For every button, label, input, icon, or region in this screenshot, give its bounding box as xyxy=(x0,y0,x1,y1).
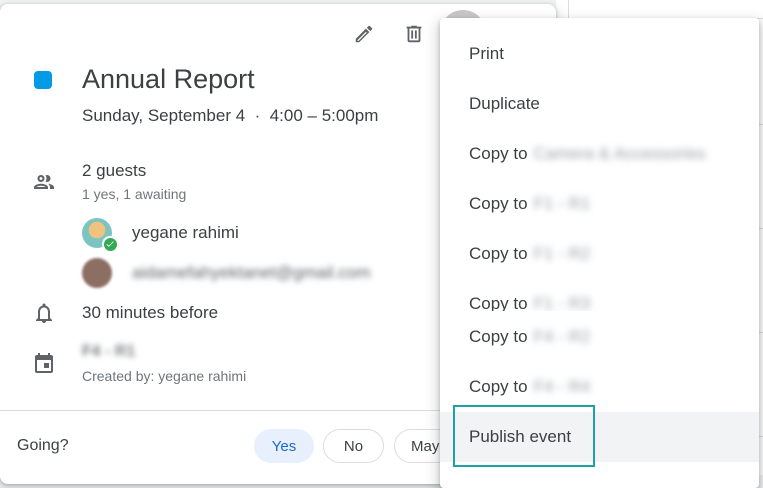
bell-icon xyxy=(30,299,58,327)
reminder-text: 30 minutes before xyxy=(82,303,219,322)
menu-item-label: Duplicate xyxy=(469,94,540,113)
guest-email: aidamefahyektanet@gmail.com xyxy=(132,263,371,282)
event-date-time: Sunday, September 4 · 4:00 – 5:00pm xyxy=(82,106,379,125)
calendar-icon xyxy=(30,349,58,377)
menu-item-label: Copy to xyxy=(469,377,528,396)
avatar xyxy=(82,258,112,288)
copy-target-name: F4 - R4 xyxy=(533,377,591,396)
menu-item-label: Copy to xyxy=(469,144,528,163)
copy-target-name: F1 - R2 xyxy=(533,244,591,263)
pencil-icon xyxy=(355,25,373,43)
menu-item-label: Publish event xyxy=(469,427,572,446)
copy-target-name: F1 - R1 xyxy=(533,194,591,213)
menu-item-label: Print xyxy=(469,44,504,63)
delete-event-button[interactable] xyxy=(394,14,434,54)
trash-icon xyxy=(406,25,422,43)
menu-item-duplicate[interactable]: Duplicate xyxy=(440,79,759,129)
menu-item-publish-event[interactable]: Publish event xyxy=(440,412,759,462)
edit-event-button[interactable] xyxy=(344,14,384,54)
avatar xyxy=(82,218,118,252)
accepted-check-icon xyxy=(102,236,118,252)
menu-item-label: Copy to xyxy=(469,244,528,263)
copy-target-name: F4 - R2 xyxy=(533,327,591,346)
menu-item-label: Copy to xyxy=(469,327,528,346)
menu-item-copy-to[interactable]: Copy to F4 - R4 xyxy=(440,362,759,412)
created-by: Created by: yegane rahimi xyxy=(82,368,247,384)
rsvp-yes-button[interactable]: Yes xyxy=(254,429,314,463)
menu-item-label: Copy to xyxy=(469,194,528,213)
menu-item-print[interactable]: Print xyxy=(440,29,759,79)
menu-item-copy-to[interactable]: Copy to Camera & Accessories xyxy=(440,129,759,179)
guest-name: yegane rahimi xyxy=(132,223,239,242)
menu-item-copy-to[interactable]: Copy to F1 - R1 xyxy=(440,179,759,229)
guest-status: 1 yes, 1 awaiting xyxy=(82,186,187,202)
menu-item-copy-to[interactable]: Copy to F1 - R2 xyxy=(440,229,759,279)
menu-item-copy-to[interactable]: Copy to F1 - R3 xyxy=(440,291,759,311)
event-options-menu: Print Duplicate Copy to Camera & Accesso… xyxy=(440,18,759,488)
guest-count: 2 guests xyxy=(82,161,147,180)
rsvp-no-button[interactable]: No xyxy=(323,429,384,463)
rsvp-prompt: Going? xyxy=(17,437,69,454)
copy-target-name: Camera & Accessories xyxy=(533,144,706,163)
menu-item-label: Copy to xyxy=(469,294,528,311)
copy-target-name: F1 - R3 xyxy=(533,294,591,311)
calendar-name: F4 - R1 xyxy=(82,343,136,360)
event-title: Annual Report xyxy=(82,64,255,94)
guest-item[interactable]: aidamefahyektanet@gmail.com xyxy=(82,257,370,289)
guest-item[interactable]: yegane rahimi xyxy=(82,217,239,252)
people-icon xyxy=(30,168,58,196)
event-color-swatch xyxy=(34,71,52,89)
menu-item-copy-to[interactable]: Copy to F4 - R2 xyxy=(440,312,759,362)
